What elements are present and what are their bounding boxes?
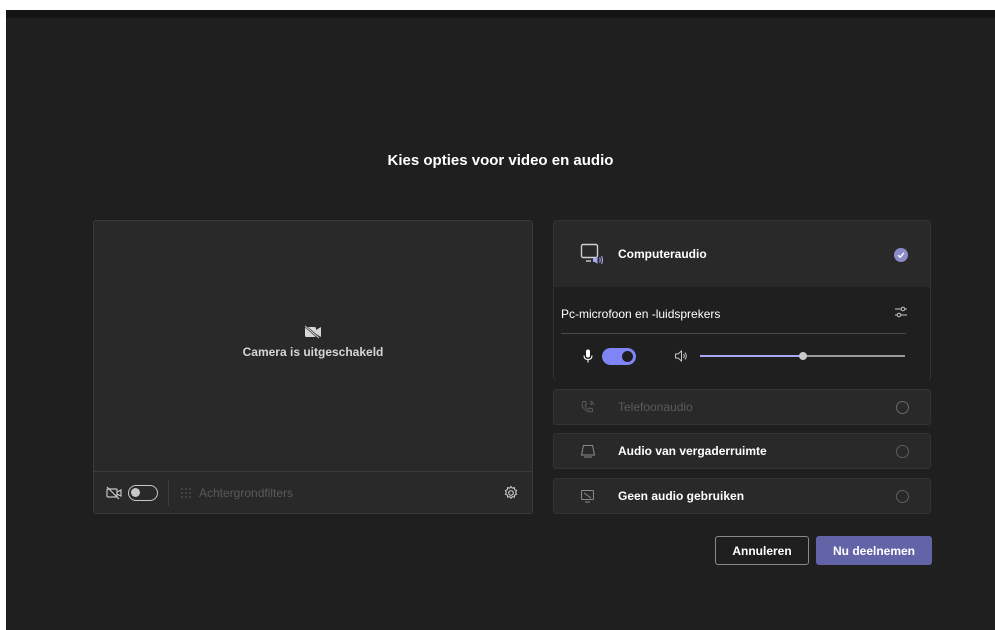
title-bar xyxy=(6,10,995,18)
microphone-icon xyxy=(583,349,593,363)
computer-audio-icon xyxy=(580,243,604,265)
no-audio-icon xyxy=(581,490,594,503)
selected-check-icon xyxy=(894,248,908,262)
audio-device-label[interactable]: Pc-microfoon en -luidsprekers xyxy=(561,307,720,321)
phone-icon xyxy=(581,400,595,413)
room-audio-option[interactable]: Audio van vergaderruimte xyxy=(553,433,931,469)
camera-off-icon xyxy=(304,325,321,339)
camera-toggle[interactable] xyxy=(128,484,158,501)
volume-slider-fill xyxy=(700,355,803,357)
computer-audio-settings: Pc-microfoon en -luidsprekers xyxy=(554,287,930,381)
phone-audio-radio[interactable] xyxy=(896,401,909,414)
computer-audio-label: Computeraudio xyxy=(618,247,707,261)
cancel-button[interactable]: Annuleren xyxy=(715,536,809,565)
no-audio-label: Geen audio gebruiken xyxy=(618,489,745,503)
no-audio-option[interactable]: Geen audio gebruiken xyxy=(553,478,931,514)
divider xyxy=(168,479,169,506)
room-audio-radio[interactable] xyxy=(896,445,909,458)
camera-off-indicator: Camera is uitgeschakeld xyxy=(94,325,532,359)
divider xyxy=(561,333,906,334)
computer-audio-option[interactable]: Computeraudio Pc-microfoon en -luidsprek… xyxy=(553,220,931,381)
speaker-icon xyxy=(675,349,687,363)
video-preview-panel: Camera is uitgeschakeld Achtergrondfilte… xyxy=(93,220,533,514)
window-top-strip xyxy=(0,0,995,10)
volume-slider-thumb[interactable] xyxy=(798,352,807,360)
camera-status-text: Camera is uitgeschakeld xyxy=(242,345,384,359)
no-audio-radio[interactable] xyxy=(896,490,909,503)
camera-off-small-icon xyxy=(106,486,122,499)
background-filters-button[interactable]: Achtergrondfilters xyxy=(199,486,293,500)
device-settings-icon[interactable] xyxy=(894,305,908,319)
background-filters-icon xyxy=(181,487,191,498)
room-audio-label: Audio van vergaderruimte xyxy=(618,444,767,458)
join-options-screen: Kies opties voor video en audio Camera i… xyxy=(6,10,995,630)
computer-audio-header[interactable]: Computeraudio xyxy=(554,221,930,287)
dialog-title: Kies opties voor video en audio xyxy=(387,152,614,169)
volume-slider[interactable] xyxy=(700,352,905,360)
microphone-toggle[interactable] xyxy=(602,348,636,365)
phone-audio-option[interactable]: Telefoonaudio xyxy=(553,389,931,425)
join-now-button[interactable]: Nu deelnemen xyxy=(816,536,932,565)
gear-icon[interactable] xyxy=(503,485,519,501)
room-audio-icon xyxy=(580,445,596,458)
phone-audio-label: Telefoonaudio xyxy=(618,400,693,414)
video-controls-bar: Achtergrondfilters xyxy=(94,471,532,513)
